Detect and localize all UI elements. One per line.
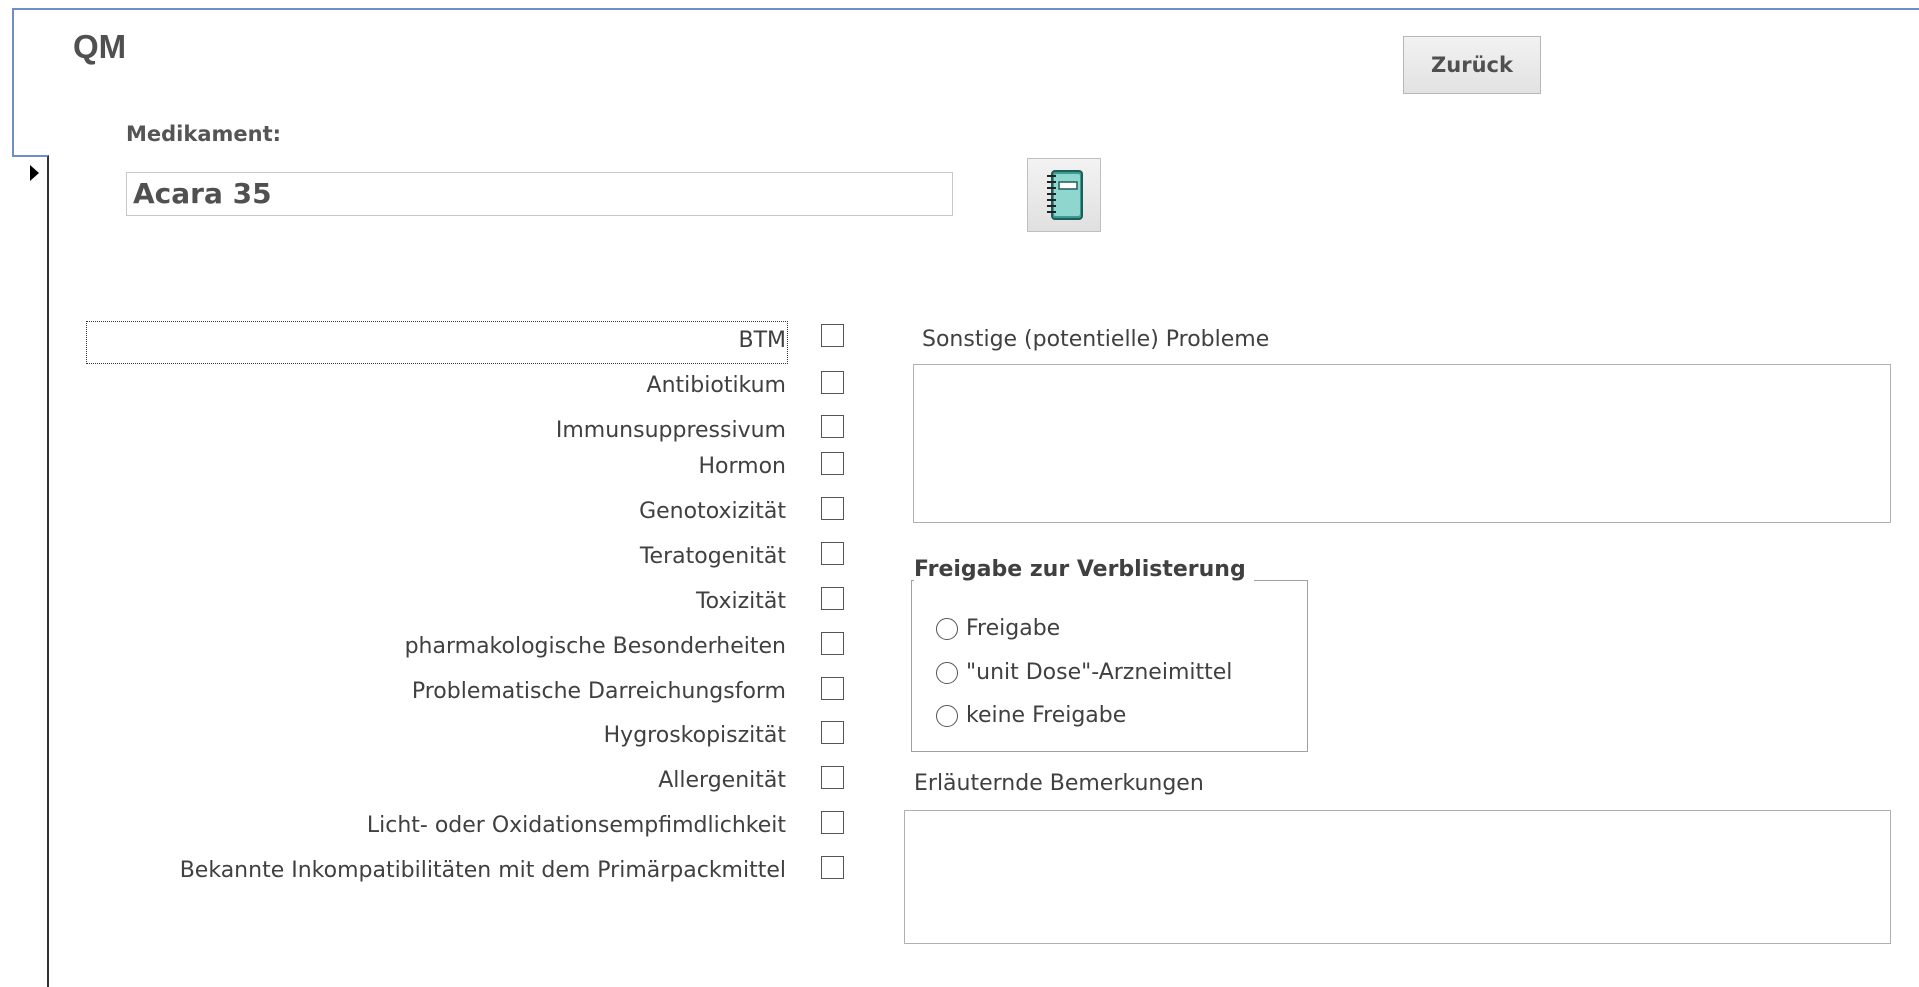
record-selector-arrow-icon bbox=[30, 165, 39, 181]
checkbox-label-antibiotikum: Antibiotikum bbox=[646, 373, 786, 398]
notebook-button[interactable] bbox=[1027, 158, 1101, 232]
checkbox-label-btm: BTM bbox=[738, 328, 786, 353]
checkbox-label-inkompatibilitaeten: Bekannte Inkompatibilitäten mit dem Prim… bbox=[179, 858, 786, 883]
radio-circle-icon bbox=[936, 661, 958, 684]
checkbox-lichtempfindlichkeit[interactable] bbox=[821, 811, 844, 834]
checkbox-allergenitaet[interactable] bbox=[821, 766, 844, 789]
checkbox-label-pharmakologische-besonderheiten: pharmakologische Besonderheiten bbox=[404, 634, 786, 659]
checkbox-label-genotoxizitaet: Genotoxizität bbox=[639, 499, 786, 524]
back-button[interactable]: Zurück bbox=[1403, 36, 1541, 94]
checkbox-label-hygroskopiszitaet: Hygroskopiszität bbox=[603, 723, 786, 748]
radio-freigabe[interactable]: Freigabe bbox=[936, 616, 1060, 641]
checkbox-label-lichtempfindlichkeit: Licht- oder Oxidationsempfimdlichkeit bbox=[366, 813, 786, 838]
checkbox-label-teratogenitaet: Teratogenität bbox=[639, 544, 786, 569]
checkbox-label-allergenitaet: Allergenität bbox=[658, 768, 786, 793]
radio-label-freigabe: Freigabe bbox=[966, 616, 1061, 641]
focus-outline bbox=[86, 321, 788, 364]
checkbox-teratogenitaet[interactable] bbox=[821, 542, 844, 565]
checkbox-label-hormon: Hormon bbox=[698, 454, 787, 479]
radio-keine-freigabe[interactable]: keine Freigabe bbox=[936, 703, 1126, 728]
notebook-icon bbox=[1047, 170, 1083, 220]
checkbox-immunsuppressivum[interactable] bbox=[821, 415, 844, 438]
medication-label: Medikament: bbox=[126, 122, 282, 146]
checkbox-hygroskopiszitaet[interactable] bbox=[821, 721, 844, 744]
checkbox-pharmakologische-besonderheiten[interactable] bbox=[821, 632, 844, 655]
checkbox-label-toxizitaet: Toxizität bbox=[695, 589, 786, 614]
record-selector[interactable] bbox=[12, 155, 49, 987]
problems-label: Sonstige (potentielle) Probleme bbox=[922, 327, 1270, 352]
checkbox-label-immunsuppressivum: Immunsuppressivum bbox=[555, 418, 786, 443]
checkbox-antibiotikum[interactable] bbox=[821, 371, 844, 394]
remarks-textarea[interactable] bbox=[904, 810, 1891, 944]
checkbox-label-problematische-darreichungsform: Problematische Darreichungsform bbox=[411, 679, 786, 704]
checkbox-hormon[interactable] bbox=[821, 452, 844, 475]
checkbox-toxizitaet[interactable] bbox=[821, 587, 844, 610]
problems-textarea[interactable] bbox=[913, 364, 1891, 523]
radio-label-unit-dose: "unit Dose"-Arzneimittel bbox=[966, 660, 1233, 685]
radio-unit-dose[interactable]: "unit Dose"-Arzneimittel bbox=[936, 660, 1232, 685]
checkbox-inkompatibilitaeten[interactable] bbox=[821, 856, 844, 879]
checkbox-btm[interactable] bbox=[821, 324, 844, 347]
remarks-label: Erläuternde Bemerkungen bbox=[914, 771, 1204, 796]
form-title: QM bbox=[73, 28, 127, 65]
radio-circle-icon bbox=[936, 704, 958, 727]
checkbox-problematische-darreichungsform[interactable] bbox=[821, 677, 844, 700]
release-group-title: Freigabe zur Verblisterung bbox=[914, 557, 1254, 582]
radio-label-keine-freigabe: keine Freigabe bbox=[966, 703, 1127, 728]
checkbox-genotoxizitaet[interactable] bbox=[821, 497, 844, 520]
medication-field[interactable]: Acara 35 bbox=[126, 172, 953, 216]
radio-circle-icon bbox=[936, 617, 958, 640]
